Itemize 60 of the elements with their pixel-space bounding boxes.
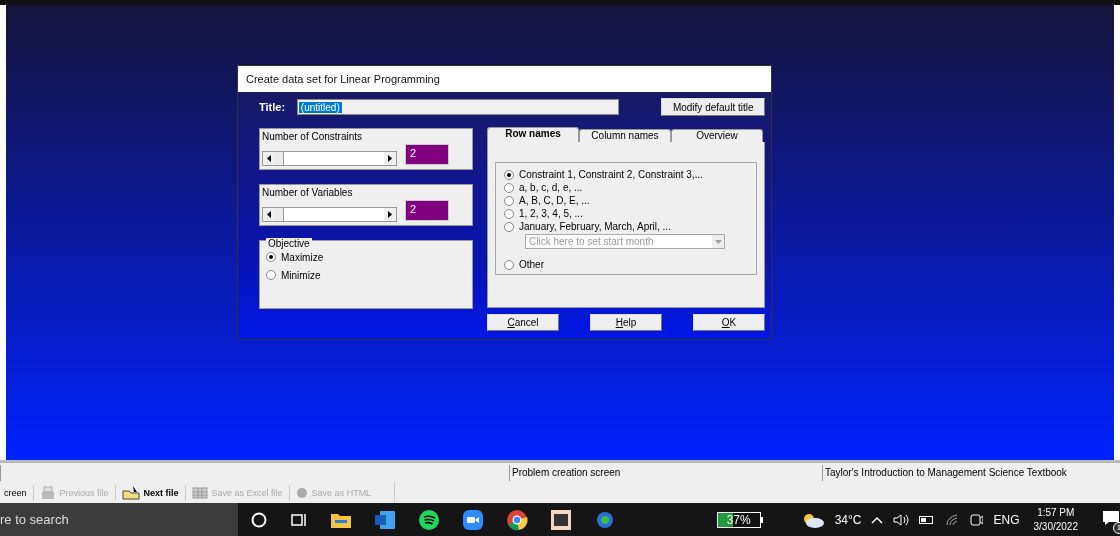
temperature-text[interactable]: 34°C (834, 512, 862, 527)
scrollbar[interactable] (262, 151, 397, 166)
word-icon[interactable] (373, 509, 396, 530)
window-title: Create data set for Linear Programming (238, 66, 771, 92)
dialog-button[interactable]: OK (693, 314, 765, 331)
value-display: 2 (405, 144, 449, 165)
toolbar-button[interactable]: creen (0, 487, 33, 498)
printer-icon (39, 485, 56, 500)
radio-button[interactable] (266, 252, 276, 262)
value-display: 2 (405, 200, 449, 221)
meet-now-icon[interactable] (969, 511, 984, 528)
radio-button[interactable] (504, 182, 514, 193)
folder-icon (121, 485, 140, 500)
radio-option[interactable]: Constraint 1, Constraint 2, Constraint 3,... (504, 169, 748, 180)
title-field[interactable]: (untitled) (296, 99, 620, 115)
clock[interactable]: 1:57 PM 3/30/2022 (1033, 507, 1078, 532)
search-field[interactable]: re to search (0, 503, 238, 536)
modify-title-button[interactable]: Modify default title (661, 98, 765, 116)
chevron-up-icon[interactable] (871, 515, 884, 524)
radio-option[interactable]: 1, 2, 3, 4, 5, ... (504, 208, 748, 219)
radio-option[interactable]: a, b, c, d, e, ... (504, 182, 748, 193)
scrollbar[interactable] (262, 207, 397, 222)
notification-badge: 1 (1113, 522, 1120, 534)
radio-button[interactable] (266, 270, 276, 280)
radio-button[interactable] (504, 169, 514, 180)
radio-button[interactable] (504, 208, 514, 219)
grid-icon (191, 486, 208, 499)
speaker-icon[interactable] (893, 512, 910, 527)
radio-option[interactable]: January, February, March, April, ... (504, 221, 748, 232)
chrome-icon[interactable] (505, 508, 528, 531)
spotify-icon[interactable] (417, 508, 440, 531)
tab[interactable]: Overview (671, 129, 763, 142)
title-label: Title: (259, 101, 287, 113)
wifi-icon[interactable] (945, 512, 960, 527)
radio-option[interactable]: Maximize (266, 251, 466, 263)
notification-icon[interactable] (1102, 510, 1120, 526)
tab[interactable]: Row names (487, 127, 579, 142)
circle-icon[interactable] (249, 510, 268, 529)
radio-button[interactable] (504, 195, 514, 206)
radio-button[interactable] (504, 259, 514, 270)
radio-option[interactable]: A, B, C, D, E, ... (504, 195, 748, 206)
spinner-label: Number of Constraints (262, 131, 364, 142)
video-camera-icon[interactable] (461, 508, 484, 531)
radio-button[interactable] (504, 221, 514, 232)
app-icon[interactable] (549, 508, 572, 531)
status-panel: Problem creation screen (509, 464, 822, 481)
toolbar-button[interactable]: Next file (115, 485, 185, 500)
battery-icon[interactable] (919, 514, 936, 525)
group-label: Objective (266, 238, 312, 249)
tab[interactable]: Column names (579, 129, 671, 142)
radio-option[interactable]: Minimize (266, 269, 466, 281)
globe-icon (295, 486, 308, 499)
status-panel: Taylor's Introduction to Management Science Textbook (822, 464, 1067, 481)
scroll-thumb[interactable] (275, 152, 284, 165)
spinner-label: Number of Variables (262, 187, 354, 198)
dialog-button[interactable]: Cancel (487, 314, 559, 331)
dialog-button[interactable]: Help (590, 314, 662, 331)
scroll-thumb[interactable] (275, 208, 284, 221)
language-indicator[interactable]: ENG (993, 512, 1020, 527)
radio-option[interactable]: Other (504, 259, 748, 270)
